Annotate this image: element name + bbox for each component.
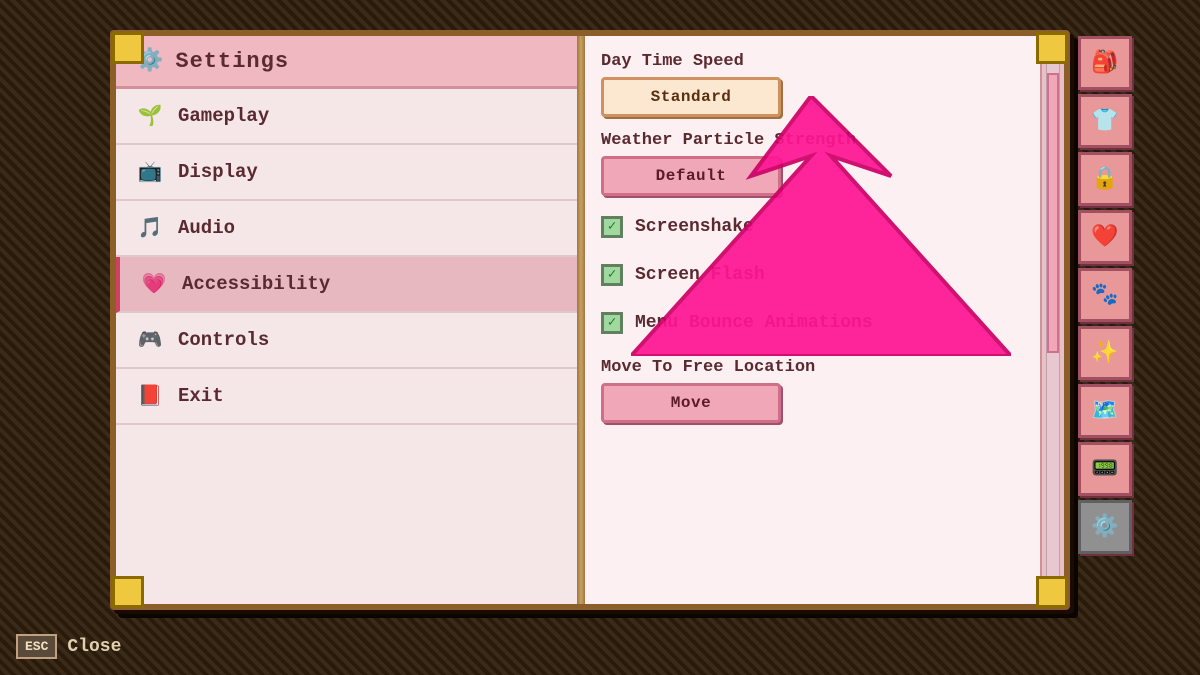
display-label: Display bbox=[178, 161, 258, 183]
sidebar-item-accessibility[interactable]: 💗 Accessibility bbox=[116, 257, 577, 313]
scroll-track bbox=[1046, 62, 1060, 578]
controls-label: Controls bbox=[178, 329, 269, 351]
screen-flash-check: ✓ bbox=[608, 268, 616, 282]
screen-flash-label: Screen Flash bbox=[635, 265, 765, 285]
exit-icon: 📕 bbox=[136, 383, 164, 409]
day-time-speed-button[interactable]: Standard bbox=[601, 77, 781, 117]
right-page: Day Time Speed Standard Weather Particle… bbox=[581, 36, 1064, 604]
corner-br bbox=[1036, 576, 1068, 608]
close-label: Close bbox=[67, 637, 121, 657]
right-sidebar: 🎒 👕 🔒 ❤️ 🐾 ✨ 🗺️ 📟 ⚙️ bbox=[1078, 36, 1136, 554]
sidebar-icon-pets[interactable]: 🐾 bbox=[1078, 268, 1132, 322]
move-location-section: Move To Free Location Move bbox=[601, 358, 1016, 423]
gameplay-icon: 🌱 bbox=[136, 103, 164, 129]
corner-tr bbox=[1036, 32, 1068, 64]
corner-tl bbox=[112, 32, 144, 64]
move-location-button[interactable]: Move bbox=[601, 383, 781, 423]
sidebar-item-gameplay[interactable]: 🌱 Gameplay bbox=[116, 89, 577, 145]
settings-header: ⚙️ Settings bbox=[116, 36, 577, 89]
book-spine bbox=[577, 36, 585, 604]
weather-particles-section: Weather Particle Strength Default bbox=[601, 131, 1016, 196]
sidebar-item-display[interactable]: 📺 Display bbox=[116, 145, 577, 201]
menu-bounce-row: ✓ Menu Bounce Animations bbox=[601, 306, 1016, 340]
screenshake-row: ✓ Screenshake bbox=[601, 210, 1016, 244]
sidebar-icon-clothing[interactable]: 👕 bbox=[1078, 94, 1132, 148]
settings-book: ⚙️ Settings 🌱 Gameplay 📺 Display 🎵 Audio… bbox=[110, 30, 1070, 610]
menu-bounce-label: Menu Bounce Animations bbox=[635, 313, 873, 333]
sidebar-icon-map[interactable]: 🗺️ bbox=[1078, 384, 1132, 438]
scrollbar: ▲ ▼ bbox=[1040, 36, 1064, 604]
right-content: Day Time Speed Standard Weather Particle… bbox=[581, 36, 1036, 604]
sidebar-icon-lock[interactable]: 🔒 bbox=[1078, 152, 1132, 206]
corner-bl bbox=[112, 576, 144, 608]
esc-key-badge: ESC bbox=[16, 634, 57, 659]
sidebar-icon-backpack[interactable]: 🎒 bbox=[1078, 36, 1132, 90]
day-time-speed-section: Day Time Speed Standard bbox=[601, 52, 1016, 117]
screenshake-checkbox[interactable]: ✓ bbox=[601, 216, 623, 238]
screenshake-check: ✓ bbox=[608, 220, 616, 234]
exit-label: Exit bbox=[178, 385, 224, 407]
menu-bounce-checkbox[interactable]: ✓ bbox=[601, 312, 623, 334]
move-location-label: Move To Free Location bbox=[601, 358, 1016, 377]
sidebar-item-exit[interactable]: 📕 Exit bbox=[116, 369, 577, 425]
accessibility-label: Accessibility bbox=[182, 273, 330, 295]
audio-icon: 🎵 bbox=[136, 215, 164, 241]
settings-title: Settings bbox=[175, 49, 289, 74]
menu-bounce-check: ✓ bbox=[608, 316, 616, 330]
sidebar-icon-settings[interactable]: ⚙️ bbox=[1078, 500, 1132, 554]
display-icon: 📺 bbox=[136, 159, 164, 185]
sidebar-icon-device[interactable]: 📟 bbox=[1078, 442, 1132, 496]
accessibility-icon: 💗 bbox=[140, 271, 168, 297]
sidebar-item-audio[interactable]: 🎵 Audio bbox=[116, 201, 577, 257]
screen-flash-checkbox[interactable]: ✓ bbox=[601, 264, 623, 286]
weather-particles-label: Weather Particle Strength bbox=[601, 131, 1016, 150]
left-page: ⚙️ Settings 🌱 Gameplay 📺 Display 🎵 Audio… bbox=[116, 36, 581, 604]
scroll-thumb[interactable] bbox=[1047, 73, 1059, 353]
sidebar-item-controls[interactable]: 🎮 Controls bbox=[116, 313, 577, 369]
screenshake-label: Screenshake bbox=[635, 217, 754, 237]
weather-particles-button[interactable]: Default bbox=[601, 156, 781, 196]
day-time-speed-label: Day Time Speed bbox=[601, 52, 1016, 71]
audio-label: Audio bbox=[178, 217, 235, 239]
bottom-bar: ESC Close bbox=[16, 634, 121, 659]
sidebar-icon-stars[interactable]: ✨ bbox=[1078, 326, 1132, 380]
sidebar-icon-heart[interactable]: ❤️ bbox=[1078, 210, 1132, 264]
gameplay-label: Gameplay bbox=[178, 105, 269, 127]
controls-icon: 🎮 bbox=[136, 327, 164, 353]
screen-flash-row: ✓ Screen Flash bbox=[601, 258, 1016, 292]
